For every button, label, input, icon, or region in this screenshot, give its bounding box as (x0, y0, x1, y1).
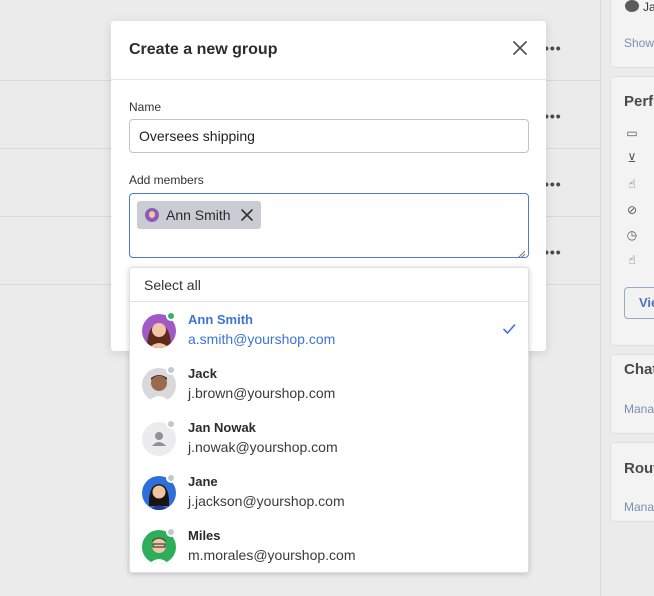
member-option-miles[interactable]: Miles m.morales@yourshop.com (130, 518, 528, 572)
member-option-jack[interactable]: Jack j.brown@yourshop.com (130, 356, 528, 410)
sidebar-view-button[interactable]: Vie (624, 287, 654, 319)
member-name: Jan Nowak (188, 420, 256, 435)
modal-title: Create a new group (129, 41, 278, 58)
name-label: Name (129, 100, 162, 114)
member-email: j.nowak@yourshop.com (188, 439, 338, 455)
sidebar-routing-heading: Rout (624, 460, 654, 477)
member-option-ann-smith[interactable]: Ann Smith a.smith@yourshop.com (130, 302, 528, 356)
clock-icon: ◷ (626, 228, 638, 242)
offline-status-indicator (166, 527, 176, 537)
offline-status-indicator (166, 365, 176, 375)
row-menu-icon[interactable]: ••• (544, 244, 562, 260)
member-name: Jack (188, 366, 217, 381)
chat-icon: ▭ (626, 126, 638, 140)
add-members-field[interactable]: Ann Smith (129, 193, 529, 259)
check-icon (502, 322, 516, 336)
sidebar-chat-heading: Chat (624, 361, 654, 378)
thumbs-up-icon: ☝ (628, 177, 636, 191)
sidebar-show-link[interactable]: Show (624, 36, 654, 50)
member-option-jan-nowak[interactable]: Jan Nowak j.nowak@yourshop.com (130, 410, 528, 464)
member-chip-label: Ann Smith (166, 207, 231, 223)
offline-status-indicator (166, 419, 176, 429)
online-status-indicator (166, 311, 176, 321)
member-email: a.smith@yourshop.com (188, 331, 336, 347)
close-icon[interactable] (509, 37, 531, 59)
offline-status-indicator (166, 473, 176, 483)
check-circle-icon: ⊘ (626, 203, 638, 217)
modal-divider (111, 79, 546, 80)
member-email: m.morales@yourshop.com (188, 547, 356, 563)
member-name: Jane (188, 474, 218, 489)
resize-handle-icon[interactable] (517, 246, 526, 259)
remove-chip-icon[interactable] (240, 208, 254, 222)
row-menu-icon[interactable]: ••• (544, 40, 562, 56)
sidebar-routing-manage-link[interactable]: Mana (624, 500, 654, 514)
member-name: Miles (188, 528, 221, 543)
sidebar-performance-heading: Perf (624, 93, 654, 110)
sidebar-chat-manage-link[interactable]: Mana (624, 402, 654, 416)
row-menu-icon[interactable]: ••• (544, 108, 562, 124)
member-email: j.brown@yourshop.com (188, 385, 336, 401)
cart-icon: ⊻ (627, 151, 637, 165)
thumbs-up-icon: ☝ (628, 253, 636, 267)
row-menu-icon[interactable]: ••• (544, 176, 562, 192)
members-dropdown: Select all Ann Smith a.smith@yourshop.co… (129, 267, 529, 573)
member-name: Ann Smith (188, 312, 253, 327)
select-all-option[interactable]: Select all (130, 268, 528, 302)
avatar (145, 208, 159, 222)
member-chip: Ann Smith (137, 201, 261, 229)
member-email: j.jackson@yourshop.com (188, 493, 345, 509)
add-members-label: Add members (129, 173, 204, 187)
avatar (625, 0, 639, 12)
group-name-input[interactable] (129, 119, 529, 153)
member-option-jane[interactable]: Jane j.jackson@yourshop.com (130, 464, 528, 518)
sidebar-user-name: Ja (643, 0, 654, 14)
